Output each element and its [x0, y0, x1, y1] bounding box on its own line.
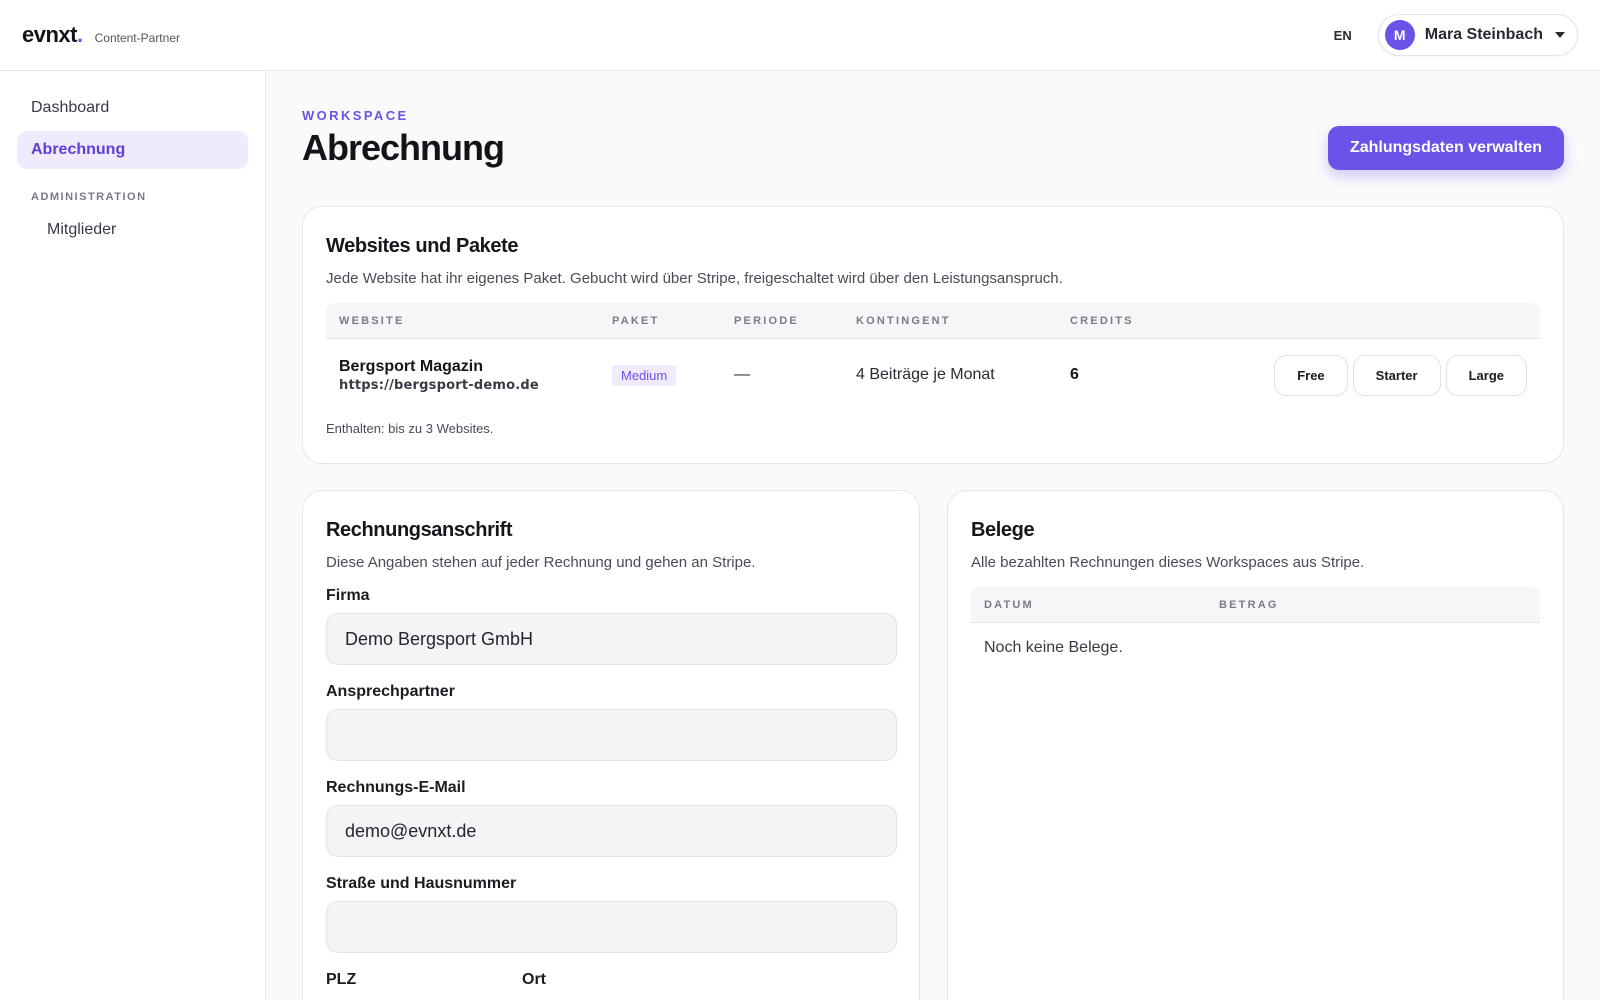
websites-footnote: Enthalten: bis zu 3 Websites.	[326, 421, 494, 436]
brand[interactable]: evnxt. Content-Partner	[22, 22, 180, 48]
manage-payment-button[interactable]: Zahlungsdaten verwalten	[1327, 126, 1564, 170]
sidebar-item-dashboard[interactable]: Dashboard	[17, 89, 248, 127]
strasse-input[interactable]	[326, 901, 897, 953]
user-name: Mara Steinbach	[1424, 26, 1543, 43]
plz-label: PLZ	[326, 971, 357, 988]
column-header-datum: DATUM	[984, 598, 1034, 611]
websites-card: Websites und Pakete Jede Website hat ihr…	[302, 206, 1564, 464]
billing-address-title: Rechnungsanschrift	[326, 519, 513, 541]
brand-dot: .	[76, 22, 83, 47]
websites-title: Websites und Pakete	[326, 235, 519, 257]
sidebar: Dashboard Abrechnung ADMINISTRATION Mitg…	[0, 71, 266, 1000]
email-label: Rechnungs-E-Mail	[326, 779, 466, 796]
main-content: WORKSPACE Abrechnung Zahlungsdaten verwa…	[302, 71, 1564, 1000]
periode-cell: —	[734, 366, 750, 383]
ansprechpartner-label: Ansprechpartner	[326, 683, 455, 700]
column-header-paket: PAKET	[612, 314, 660, 327]
receipts-card: Belege Alle bezahlten Rechnungen dieses …	[947, 490, 1564, 1000]
receipts-description: Alle bezahlten Rechnungen dieses Workspa…	[971, 554, 1365, 571]
page-header: WORKSPACE Abrechnung Zahlungsdaten verwa…	[302, 71, 1564, 201]
ansprechpartner-input[interactable]	[326, 709, 897, 761]
page-eyebrow: WORKSPACE	[302, 108, 409, 123]
chevron-down-icon	[1555, 32, 1565, 38]
brand-name: evnxt	[22, 22, 77, 47]
ort-label: Ort	[522, 971, 546, 988]
column-header-website: WEBSITE	[339, 314, 405, 327]
language-switch[interactable]: EN	[1334, 28, 1352, 43]
receipts-empty-state: Noch keine Belege.	[984, 639, 1123, 656]
credits-cell: 6	[1070, 366, 1079, 383]
plan-large-button[interactable]: Large	[1445, 354, 1527, 396]
website-name: Bergsport Magazin	[339, 357, 484, 375]
sidebar-item-mitglieder[interactable]: Mitglieder	[17, 211, 248, 249]
column-header-kontingent: KONTINGENT	[856, 314, 951, 327]
website-url: https://bergsport-demo.de	[339, 377, 539, 393]
sidebar-section-administration: ADMINISTRATION	[31, 191, 147, 203]
strasse-label: Straße und Hausnummer	[326, 875, 517, 892]
billing-address-description: Diese Angaben stehen auf jeder Rechnung …	[326, 554, 756, 571]
sidebar-item-abrechnung[interactable]: Abrechnung	[17, 131, 248, 169]
top-bar-actions: EN M Mara Steinbach	[1334, 14, 1578, 56]
firma-label: Firma	[326, 587, 370, 604]
top-bar: evnxt. Content-Partner EN M Mara Steinba…	[0, 0, 1600, 71]
websites-description: Jede Website hat ihr eigenes Paket. Gebu…	[326, 270, 1063, 287]
plan-buttons: Free Starter Large	[1274, 354, 1540, 396]
billing-address-card: Rechnungsanschrift Diese Angaben stehen …	[302, 490, 920, 1000]
website-cell: Bergsport Magazin https://bergsport-demo…	[326, 358, 599, 393]
page-title: Abrechnung	[302, 127, 505, 168]
table-row: Bergsport Magazin https://bergsport-demo…	[326, 339, 1540, 411]
kontingent-cell: 4 Beiträge je Monat	[856, 366, 995, 383]
plz-ort-row: PLZ Ort	[326, 953, 896, 997]
receipts-table-header: DATUM BETRAG	[971, 587, 1540, 623]
brand-logo: evnxt.	[22, 22, 83, 48]
user-menu[interactable]: M Mara Steinbach	[1377, 14, 1578, 56]
websites-table-header: WEBSITE PAKET PERIODE KONTINGENT CREDITS	[326, 303, 1540, 339]
paket-badge: Medium	[612, 364, 677, 386]
plan-starter-button[interactable]: Starter	[1352, 354, 1441, 396]
column-header-periode: PERIODE	[734, 314, 799, 327]
brand-subtitle: Content-Partner	[94, 31, 180, 45]
firma-input[interactable]	[326, 613, 897, 665]
receipts-title: Belege	[971, 519, 1035, 541]
email-field[interactable]	[326, 805, 897, 857]
column-header-credits: CREDITS	[1070, 314, 1134, 327]
avatar: M	[1384, 20, 1415, 50]
column-header-betrag: BETRAG	[1219, 598, 1279, 611]
paket-cell: Medium	[599, 364, 721, 386]
plan-free-button[interactable]: Free	[1274, 354, 1348, 396]
